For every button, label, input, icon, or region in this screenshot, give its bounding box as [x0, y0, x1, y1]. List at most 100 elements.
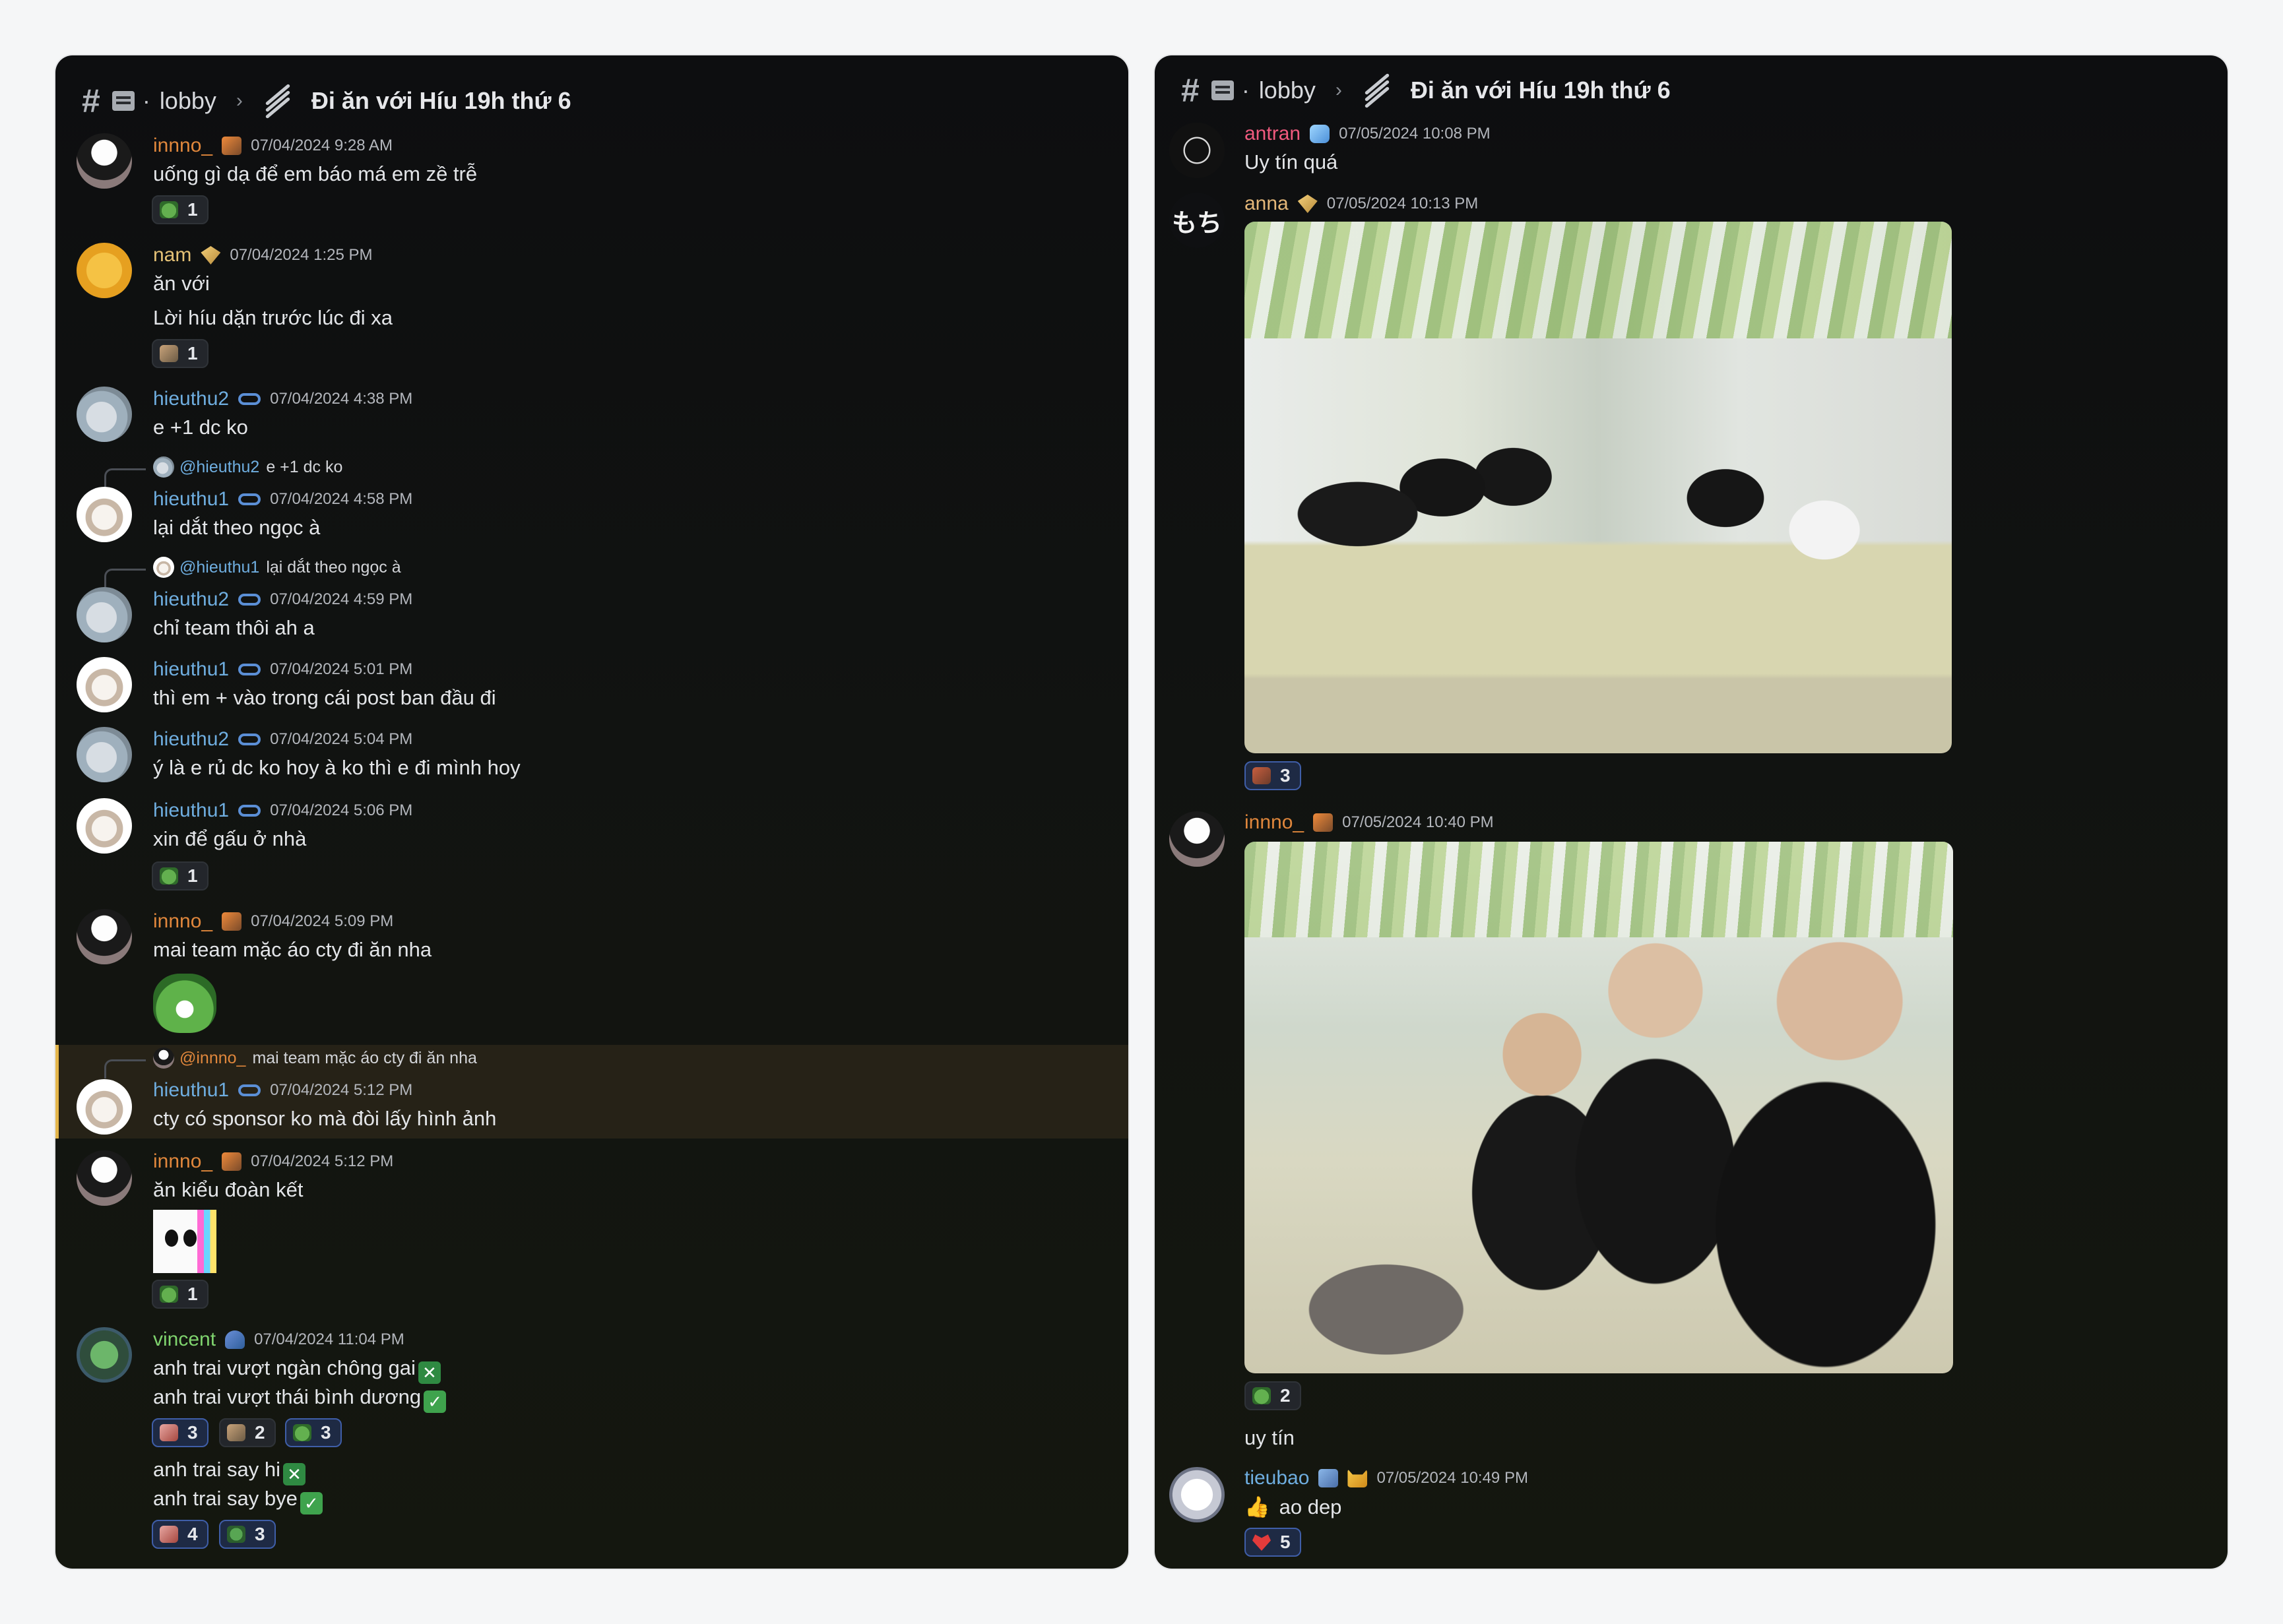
message-meta: antran 07/05/2024 10:08 PM: [1244, 123, 1491, 145]
message-text: lại dắt theo ngọc à: [153, 516, 321, 539]
thread-icon: [263, 83, 293, 119]
username[interactable]: hieuthu2: [153, 728, 229, 751]
cake-emoji-icon: [1252, 767, 1271, 784]
message-meta: hieuthu1 07/04/2024 4:58 PM: [153, 488, 412, 511]
message-text: thì em + vào trong cái post ban đầu đi: [153, 686, 496, 709]
timestamp: 07/04/2024 5:12 PM: [270, 1081, 413, 1099]
avatar[interactable]: [77, 727, 132, 782]
message-text: Lời híu dặn trước lúc đi xa: [153, 306, 393, 329]
channel-header: # · lobby › Đi ăn với Híu 19h thứ 6: [1181, 71, 1671, 109]
channel-name[interactable]: lobby: [160, 87, 216, 115]
message-text: 👍 ao dep: [1244, 1495, 1342, 1518]
avatar[interactable]: [77, 587, 132, 642]
message-meta: innno_ 07/04/2024 5:12 PM: [153, 1150, 393, 1173]
reaction-button[interactable]: 3: [152, 1418, 209, 1447]
reaction-button[interactable]: 2: [1244, 1381, 1301, 1410]
reply-preview[interactable]: @innno_ mai team mặc áo cty đi ăn nha: [153, 1047, 477, 1069]
reaction-button[interactable]: 2: [219, 1418, 276, 1447]
book-emoji-icon: [160, 1424, 178, 1441]
avatar[interactable]: [1169, 123, 1225, 178]
link-badge-icon: [238, 393, 261, 405]
timestamp: 07/04/2024 9:28 AM: [251, 137, 393, 154]
avatar[interactable]: [77, 133, 132, 189]
reply-avatar: [153, 557, 174, 578]
channel-name[interactable]: lobby: [1259, 77, 1316, 104]
username[interactable]: hieuthu1: [153, 1079, 229, 1102]
reaction-button[interactable]: 4: [152, 1520, 209, 1549]
computer-badge-icon: [1318, 1469, 1339, 1487]
avatar[interactable]: [77, 798, 132, 854]
username[interactable]: hieuthu1: [153, 658, 229, 681]
team-photo-image[interactable]: [1244, 842, 1953, 1373]
reply-preview[interactable]: @hieuthu1 lại dắt theo ngọc à: [153, 557, 401, 578]
forum-icon: [1211, 80, 1234, 100]
reaction-button[interactable]: 3: [285, 1418, 342, 1447]
blob-emoji-icon: [227, 1526, 245, 1543]
reaction-button[interactable]: 1: [152, 1280, 209, 1309]
reaction-button[interactable]: 1: [152, 339, 209, 368]
username[interactable]: innno_: [153, 1150, 212, 1173]
username[interactable]: innno_: [153, 135, 212, 157]
frog-emoji-icon: [160, 201, 178, 218]
reaction-button[interactable]: 3: [219, 1520, 276, 1549]
avatar[interactable]: [77, 657, 132, 712]
role-badge-icon: [225, 1330, 245, 1349]
group-photo-image[interactable]: [1244, 222, 1952, 753]
timestamp: 07/04/2024 11:04 PM: [254, 1330, 404, 1348]
reply-preview[interactable]: @hieuthu2 e +1 dc ko: [153, 456, 342, 478]
timestamp: 07/04/2024 4:59 PM: [270, 590, 413, 608]
avatar[interactable]: [77, 387, 132, 442]
reaction-button[interactable]: 1: [152, 195, 209, 224]
message-text: ăn kiểu đoàn kết: [153, 1178, 304, 1201]
timestamp: 07/04/2024 1:25 PM: [230, 246, 373, 264]
gem-badge-icon: [201, 246, 221, 265]
avatar[interactable]: [77, 909, 132, 964]
reaction-button[interactable]: 5: [1244, 1528, 1301, 1557]
reply-connector: [104, 569, 146, 588]
face-sticker-icon[interactable]: [153, 1210, 216, 1273]
timestamp: 07/04/2024 5:06 PM: [270, 801, 413, 819]
timestamp: 07/05/2024 10:49 PM: [1376, 1469, 1528, 1487]
timestamp: 07/04/2024 5:04 PM: [270, 730, 413, 748]
username[interactable]: nam: [153, 244, 191, 266]
username[interactable]: innno_: [1244, 811, 1304, 834]
frog-emoji-icon: [160, 1286, 178, 1303]
avatar[interactable]: [77, 1079, 132, 1135]
username[interactable]: hieuthu1: [153, 488, 229, 511]
username[interactable]: innno_: [153, 910, 212, 933]
timestamp: 07/04/2024 5:12 PM: [251, 1152, 394, 1170]
avatar[interactable]: [77, 243, 132, 298]
frog-emoji-icon: [293, 1424, 311, 1441]
username[interactable]: anna: [1244, 193, 1289, 215]
message-text: e +1 dc ko: [153, 416, 248, 439]
role-badge-icon: [1313, 813, 1334, 832]
pepe-sticker-icon[interactable]: [153, 974, 216, 1033]
thread-panel-right: # · lobby › Đi ăn với Híu 19h thứ 6 antr…: [1155, 55, 2228, 1569]
threads-hash-icon[interactable]: #: [1181, 71, 1200, 109]
avatar[interactable]: もち: [1169, 193, 1225, 248]
heart-emoji-icon: [1252, 1534, 1271, 1551]
avatar[interactable]: [1169, 811, 1225, 867]
username[interactable]: hieuthu1: [153, 799, 229, 822]
avatar[interactable]: [77, 487, 132, 542]
link-badge-icon: [238, 805, 261, 817]
username[interactable]: antran: [1244, 123, 1301, 145]
avatar[interactable]: [1169, 1467, 1225, 1522]
link-badge-icon: [238, 664, 261, 675]
username[interactable]: vincent: [153, 1328, 216, 1351]
message-meta: hieuthu1 07/04/2024 5:12 PM: [153, 1079, 412, 1102]
breadcrumb-chevron-icon: ›: [1335, 79, 1342, 101]
username[interactable]: hieuthu2: [153, 388, 229, 410]
username[interactable]: tieubao: [1244, 1467, 1309, 1489]
username[interactable]: hieuthu2: [153, 588, 229, 611]
link-badge-icon: [238, 734, 261, 745]
thread-title: Đi ăn với Híu 19h thứ 6: [311, 87, 571, 114]
reaction-button[interactable]: 1: [152, 861, 209, 890]
reaction-button[interactable]: 3: [1244, 761, 1301, 790]
message-meta: tieubao 07/05/2024 10:49 PM: [1244, 1467, 1528, 1489]
message-meta: hieuthu2 07/04/2024 5:04 PM: [153, 728, 412, 751]
avatar[interactable]: [77, 1150, 132, 1206]
avatar[interactable]: [77, 1327, 132, 1383]
threads-hash-icon[interactable]: #: [82, 82, 100, 120]
message-text: anh trai say bye ✓: [153, 1487, 323, 1515]
